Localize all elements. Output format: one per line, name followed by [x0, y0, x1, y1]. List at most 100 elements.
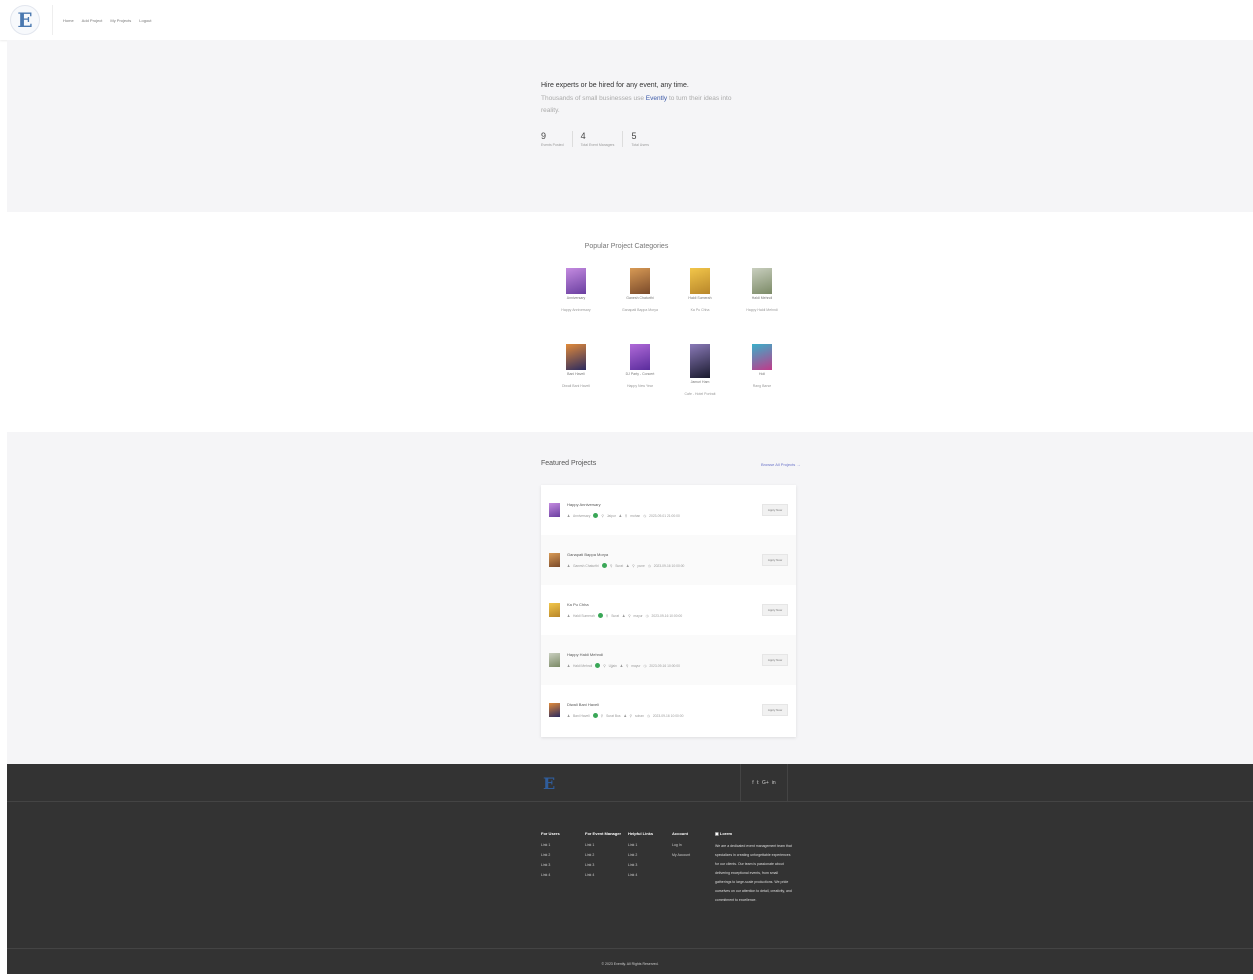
- stat-event-managers: 4 Total Event Managers: [581, 131, 624, 147]
- apply-now-button[interactable]: Apply Now: [762, 654, 788, 666]
- google-plus-icon[interactable]: G+: [762, 780, 769, 786]
- footer-link[interactable]: Link 2: [585, 853, 621, 857]
- footer-column: For Users Link 1 Link 2 Link 3 Link 4: [541, 831, 560, 883]
- location-icon: ⚲: [632, 563, 635, 568]
- project-venue: sohan: [634, 713, 644, 718]
- project-meta: ♟ Bani Haveli ⚲ Surat Bus ♟ ⚲ sohan ◷ 2023-09-16…: [567, 713, 683, 718]
- verified-icon: [597, 613, 603, 618]
- location-icon: ⚲: [629, 713, 632, 718]
- project-title[interactable]: Ganapati Bappa Morya: [567, 552, 608, 557]
- project-thumbnail: [549, 703, 560, 717]
- footer-link[interactable]: Link 2: [541, 853, 560, 857]
- stat-label: Events Posted: [541, 143, 564, 147]
- footer-link[interactable]: Link 3: [628, 863, 653, 867]
- category-card[interactable]: Haldi Sumerah Ka Pu Chha: [665, 268, 735, 312]
- stat-events-posted: 9 Events Posted: [541, 131, 573, 147]
- twitter-icon[interactable]: 𝕥: [757, 780, 759, 786]
- user-icon: ♟: [567, 613, 570, 618]
- footer-link[interactable]: Link 3: [541, 863, 560, 867]
- apply-now-button[interactable]: Apply Now: [762, 504, 788, 516]
- project-thumbnail: [549, 603, 560, 617]
- footer-link[interactable]: Link 4: [541, 873, 560, 877]
- category-name: Holi: [758, 372, 766, 376]
- clock-icon: ◷: [646, 713, 650, 718]
- project-row[interactable]: Happy Anniversary ♟ Anniversary ⚲ Jaipur ♟ ⚲ mo…: [541, 485, 796, 535]
- project-thumbnail: [549, 653, 560, 667]
- nav-link-add-project[interactable]: Add Project: [82, 18, 103, 23]
- project-title[interactable]: Happy Haldi Mehndi: [567, 652, 603, 657]
- browse-all-link[interactable]: Browse All Projects →: [761, 462, 800, 467]
- footer-link[interactable]: Link 1: [628, 843, 653, 847]
- hero-brand: Evently: [645, 95, 668, 102]
- stat-value: 4: [580, 131, 586, 141]
- clock-icon: ◷: [643, 513, 647, 518]
- footer-link[interactable]: Link 3: [585, 863, 621, 867]
- user-icon: ♟: [626, 563, 630, 568]
- footer-link[interactable]: Link 4: [628, 873, 653, 877]
- user-icon: ♟: [618, 513, 622, 518]
- location-icon: ⚲: [605, 613, 609, 618]
- nav-link-logout[interactable]: Logout: [139, 18, 151, 23]
- category-name: Bani Haveli: [567, 372, 585, 376]
- project-row[interactable]: Diwali Bani Haveli ♟ Bani Haveli ⚲ Surat Bus…: [541, 685, 796, 735]
- categories-title: Popular Project Categories: [584, 243, 669, 250]
- project-row[interactable]: Ganapati Bappa Morya ♟ Ganesh Chaturthi ⚲ Su…: [541, 535, 796, 585]
- footer-link[interactable]: Link 1: [585, 843, 621, 847]
- project-row[interactable]: Happy Haldi Mehndi ♟ Haldi Mehndi ⚲ Ujjain ♟ ⚲…: [541, 635, 796, 685]
- location-icon: ⚲: [624, 513, 628, 518]
- project-title[interactable]: Diwali Bani Haveli: [567, 702, 599, 707]
- project-row[interactable]: Ka Pu Chha ♟ Haldi Sumerah ⚲ Surat ♟ ⚲ mayur ◷ 20…: [541, 585, 796, 635]
- footer-link[interactable]: Link 1: [541, 843, 560, 847]
- category-card[interactable]: Bani Haveli Diwali Bani Haveli: [541, 344, 611, 388]
- apply-now-button[interactable]: Apply Now: [762, 604, 788, 616]
- clock-icon: ◷: [647, 563, 651, 568]
- category-name: Anniversary: [566, 296, 586, 300]
- project-city: Surat: [611, 613, 620, 618]
- project-manager: Ganesh Chaturthi: [572, 563, 599, 568]
- apply-now-button[interactable]: Apply Now: [762, 704, 788, 716]
- project-title[interactable]: Ka Pu Chha: [567, 602, 589, 607]
- category-card[interactable]: Haldi Mehndi Happy Haldi Mehndi: [727, 268, 797, 312]
- footer-logo[interactable]: E: [543, 774, 555, 793]
- apply-now-button[interactable]: Apply Now: [762, 554, 788, 566]
- footer-about-text: We are a dedicated event management team…: [715, 844, 792, 902]
- category-image: [690, 344, 710, 378]
- linkedin-icon[interactable]: in: [772, 780, 776, 786]
- category-event: Happy Haldi Mehndi: [746, 308, 778, 312]
- hero-content: Hire experts or be hired for any event, …: [541, 82, 741, 147]
- footer-column: Account Log In My Account: [672, 831, 690, 863]
- category-event: Ka Pu Chha: [690, 308, 710, 312]
- category-card[interactable]: Jamuri Ham Cafe - Hotel Portrait: [665, 344, 735, 396]
- project-manager: Bani Haveli: [572, 713, 590, 718]
- footer-link[interactable]: Link 4: [585, 873, 621, 877]
- category-image: [690, 268, 710, 294]
- footer-link[interactable]: Log In: [672, 843, 690, 847]
- project-meta: ♟ Haldi Mehndi ⚲ Ujjain ♟ ⚲ mayur ◷ 2023-09-16 1…: [567, 663, 680, 668]
- project-venue: mayur: [633, 613, 643, 618]
- footer-link[interactable]: Link 2: [628, 853, 653, 857]
- footer-top: E f 𝕥 G+ in: [7, 764, 1253, 802]
- footer-link[interactable]: My Account: [672, 853, 690, 857]
- category-card[interactable]: Anniversary Happy Anniversary: [541, 268, 611, 312]
- project-venue: pune: [637, 563, 645, 568]
- category-event: Diwali Bani Haveli: [561, 384, 590, 388]
- nav-links: Home Add Project My Projects Logout: [63, 18, 152, 23]
- stat-users: 5 Total Users: [631, 131, 657, 147]
- location-icon: ⚲: [601, 513, 604, 518]
- stat-value: 5: [631, 131, 637, 141]
- project-title[interactable]: Happy Anniversary: [567, 502, 601, 507]
- project-city: Jaipur: [606, 513, 616, 518]
- clock-icon: ◷: [645, 613, 649, 618]
- stats-row: 9 Events Posted 4 Total Event Managers 5…: [541, 131, 741, 147]
- verified-icon: [601, 563, 607, 568]
- nav-link-my-projects[interactable]: My Projects: [110, 18, 131, 23]
- facebook-icon[interactable]: f: [752, 780, 753, 786]
- brand-logo[interactable]: E: [10, 5, 40, 35]
- project-manager: Anniversary: [572, 513, 591, 518]
- project-meta: ♟ Haldi Sumerah ⚲ Surat ♟ ⚲ mayur ◷ 2023-09-16 1…: [567, 613, 682, 618]
- project-date: 2023-09-16 10:00:00: [651, 613, 683, 618]
- nav-link-home[interactable]: Home: [63, 18, 74, 23]
- footer-about-title: ▣ Lorem: [715, 831, 793, 836]
- clock-icon: ◷: [643, 663, 647, 668]
- category-card[interactable]: Holi Rang Barse: [727, 344, 797, 388]
